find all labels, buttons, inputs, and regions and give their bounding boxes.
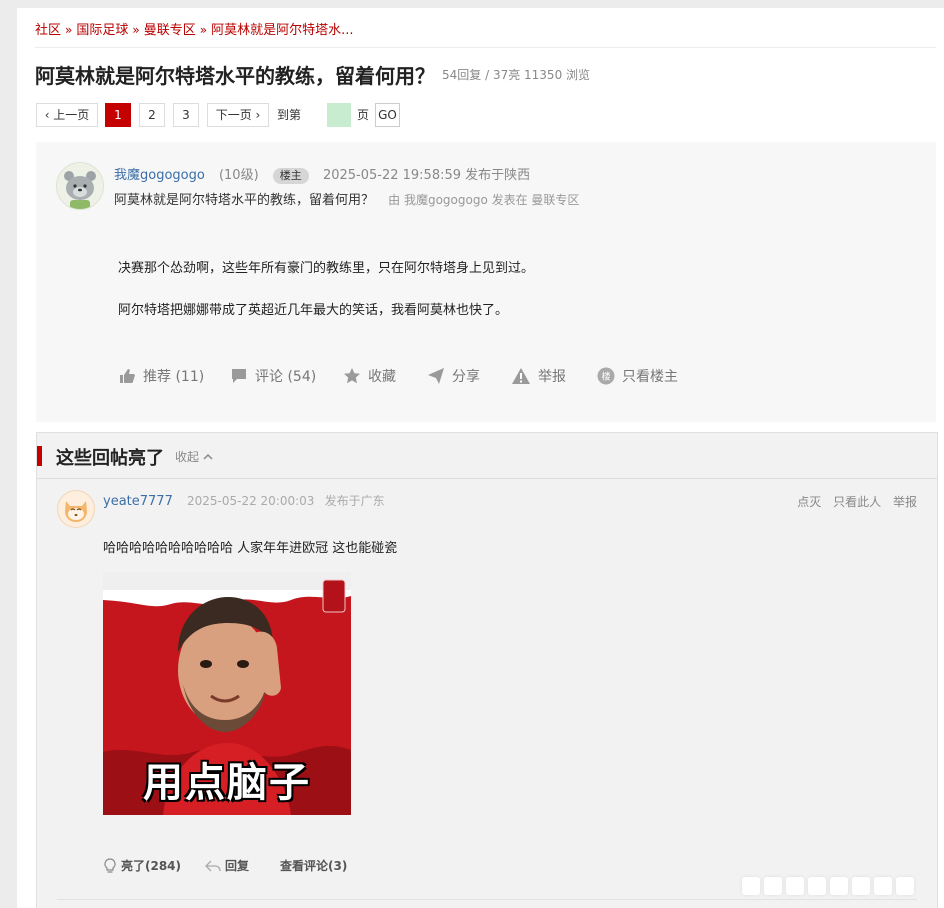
comment-icon	[232, 369, 246, 383]
toolbar-slot[interactable]	[830, 877, 848, 895]
page-1-button[interactable]: 1	[105, 103, 131, 127]
op-subtitle: 阿莫林就是阿尔特塔水平的教练，留着何用？	[114, 193, 375, 208]
reply-username[interactable]: yeate7777	[103, 494, 173, 509]
favorite-label: 收藏	[368, 369, 396, 385]
only-op-icon-glyph: 楼	[601, 371, 610, 383]
floating-toolbar	[742, 877, 914, 895]
accent-bar	[37, 446, 42, 466]
toolbar-slot[interactable]	[896, 877, 914, 895]
thumbs-up-icon	[120, 369, 135, 383]
recommend-label: 推荐 (11)	[143, 369, 205, 385]
avatar[interactable]	[56, 162, 104, 210]
breadcrumb-current-thread[interactable]: 阿莫林就是阿尔特塔水...	[211, 23, 353, 38]
share-button[interactable]: 分享	[427, 366, 480, 386]
collapse-button[interactable]: 收起	[175, 448, 214, 465]
thread-stats: 54回复 / 37亮 11350 浏览	[442, 68, 591, 82]
chevron-up-icon	[203, 453, 213, 460]
toolbar-slot[interactable]	[852, 877, 870, 895]
only-this-user-button[interactable]: 只看此人	[833, 495, 881, 509]
only-op-button[interactable]: 楼 只看楼主	[597, 366, 678, 386]
highlighted-replies: 这些回帖亮了 收起 yeate7777 2025-05-22 20:00:03	[36, 432, 938, 908]
goto-page-input[interactable]	[327, 103, 351, 127]
page-title: 阿莫林就是阿尔特塔水平的教练，留着何用？	[35, 64, 435, 88]
collapse-label: 收起	[175, 450, 200, 464]
divider	[57, 899, 917, 900]
bear-avatar-icon	[57, 163, 103, 209]
op-body: 决赛那个怂劲啊，这些年所有豪门的教练里，只在阿尔特塔身上见到过。 阿尔特塔把娜娜…	[118, 259, 534, 343]
op-level: (10级)	[218, 168, 259, 183]
dislike-button[interactable]: 点灭	[797, 495, 821, 509]
reply-button[interactable]: 回复	[205, 857, 249, 874]
reply-ops: 点灭 只看此人 举报	[789, 493, 917, 510]
prev-page-button[interactable]: ‹ 上一页	[36, 103, 98, 127]
breadcrumb-separator: »	[65, 23, 73, 37]
op-paragraph: 阿尔特塔把娜娜带成了英超近几年最大的笑话，我看阿莫林也快了。	[118, 303, 509, 318]
comment-button[interactable]: 评论 (54)	[230, 366, 316, 386]
meme-caption: 用点脑子	[143, 760, 311, 806]
only-op-icon: 楼	[597, 367, 615, 385]
divider	[35, 47, 936, 48]
breadcrumb-man-utd[interactable]: 曼联专区	[144, 23, 196, 38]
breadcrumb-community[interactable]: 社区	[35, 23, 61, 38]
share-icon	[428, 368, 444, 384]
goto-suffix-label: 页	[357, 108, 370, 122]
op-source[interactable]: 由 我魔gogogogo 发表在 曼联专区	[388, 193, 579, 207]
highlights-header: 这些回帖亮了 收起	[37, 433, 937, 479]
toolbar-slot[interactable]	[874, 877, 892, 895]
breadcrumb-intl-football[interactable]: 国际足球	[76, 23, 128, 38]
op-subtitle-row: 阿莫林就是阿尔特塔水平的教练，留着何用？ 由 我魔gogogogo 发表在 曼联…	[114, 189, 579, 208]
recommend-button[interactable]: 推荐 (11)	[118, 366, 204, 386]
favorite-button[interactable]: 收藏	[343, 366, 396, 386]
toolbar-slot[interactable]	[786, 877, 804, 895]
reply-text: 哈哈哈哈哈哈哈哈哈哈 人家年年进欧冠 这也能碰瓷	[103, 541, 398, 556]
reply-location: 发布于广东	[324, 494, 385, 508]
goto-label: 到第	[277, 108, 302, 122]
next-page-button[interactable]: 下一页 ›	[207, 103, 269, 127]
breadcrumb-separator: »	[132, 23, 140, 37]
breadcrumb-separator: »	[199, 23, 208, 37]
view-comments-button[interactable]: 查看评论(3)	[280, 857, 347, 874]
op-time: 2025-05-22 19:58:59 发布于陕西	[322, 168, 531, 183]
reply-report-button[interactable]: 举报	[893, 495, 917, 509]
op-meta: 我魔gogogogo (10级) 楼主 2025-05-22 19:58:59 …	[114, 164, 530, 184]
reply-meta: yeate7777 2025-05-22 20:00:03 发布于广东	[103, 492, 385, 509]
reply-arrow-icon	[205, 860, 221, 871]
share-label: 分享	[452, 369, 480, 385]
page-3-button[interactable]: 3	[173, 103, 199, 127]
comment-label: 评论 (54)	[255, 369, 317, 385]
reply-label: 回复	[225, 859, 250, 873]
light-label: 亮了(284)	[121, 859, 182, 873]
page-2-button[interactable]: 2	[139, 103, 165, 127]
go-button[interactable]: GO	[375, 103, 400, 127]
report-label: 举报	[538, 369, 566, 385]
op-username[interactable]: 我魔gogogogo	[114, 168, 205, 183]
light-button[interactable]: 亮了(284)	[103, 857, 181, 874]
op-paragraph: 决赛那个怂劲啊，这些年所有豪门的教练里，只在阿尔特塔身上见到过。	[118, 261, 535, 276]
only-op-label: 只看楼主	[622, 369, 678, 385]
lightbulb-icon	[104, 857, 116, 873]
breadcrumb: 社区» 国际足球» 曼联专区» 阿莫林就是阿尔特塔水...	[35, 19, 353, 38]
highlights-title: 这些回帖亮了	[56, 448, 164, 469]
page: 社区» 国际足球» 曼联专区» 阿莫林就是阿尔特塔水... 阿莫林就是阿尔特塔水平的教…	[17, 8, 944, 908]
op-badge: 楼主	[272, 168, 309, 184]
toolbar-slot[interactable]	[808, 877, 826, 895]
toolbar-slot[interactable]	[742, 877, 760, 895]
warning-icon	[512, 368, 530, 384]
reply-time: 2025-05-22 20:00:03	[186, 494, 315, 508]
reply-image[interactable]: 用点脑子	[103, 572, 351, 815]
star-icon	[344, 368, 360, 384]
avatar[interactable]	[57, 490, 95, 528]
cat-avatar-icon	[58, 491, 94, 527]
report-button[interactable]: 举报	[511, 366, 566, 386]
view-comments-label: 查看评论(3)	[280, 859, 348, 873]
toolbar-slot[interactable]	[764, 877, 782, 895]
original-post: 我魔gogogogo (10级) 楼主 2025-05-22 19:58:59 …	[36, 142, 936, 422]
